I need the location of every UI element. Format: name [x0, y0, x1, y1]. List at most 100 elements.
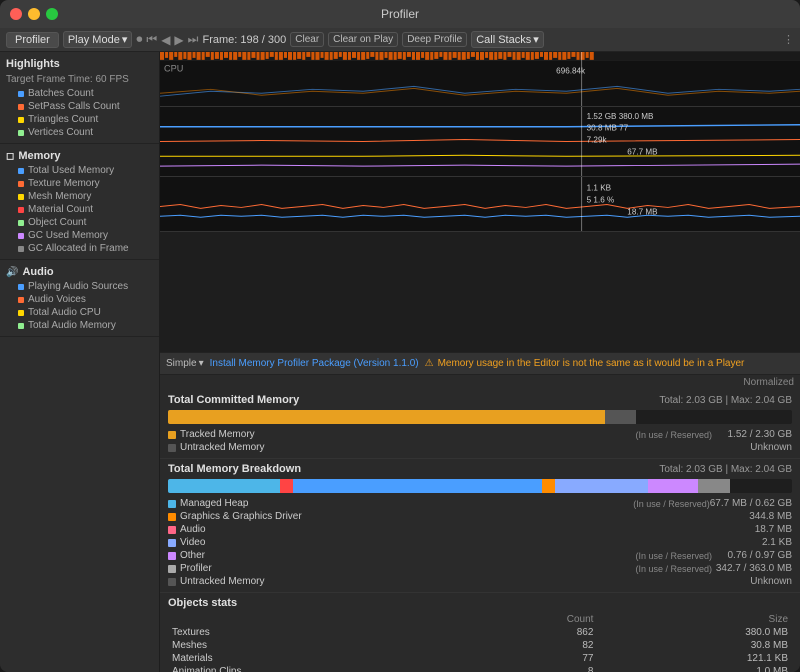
- objects-table: Count Size Textures 862 380.0 MB M: [168, 613, 792, 672]
- close-button[interactable]: [10, 8, 22, 20]
- committed-memory-section: Total Committed Memory Total: 2.03 GB | …: [160, 390, 800, 459]
- svg-text:1.1 KB: 1.1 KB: [587, 184, 611, 193]
- sidebar-item-audio-cpu[interactable]: Total Audio CPU: [0, 306, 159, 319]
- record-button[interactable]: ⏺: [136, 32, 142, 47]
- clear-button[interactable]: Clear: [290, 32, 324, 47]
- breakdown-row-other: Other (In use / Reserved) 0.76 / 0.97 GB: [168, 549, 792, 562]
- breakdown-row-profiler: Profiler (In use / Reserved) 342.7 / 363…: [168, 562, 792, 575]
- play-mode-dropdown[interactable]: Play Mode ▾: [63, 31, 133, 48]
- bottom-panel: Simple ▾ Install Memory Profiler Package…: [160, 352, 800, 672]
- sidebar-item-texture-memory[interactable]: Texture Memory: [0, 177, 159, 190]
- highlights-section: Highlights Target Frame Time: 60 FPS Bat…: [0, 52, 159, 144]
- breakdown-row-untracked: Untracked Memory Unknown: [168, 575, 792, 588]
- audio-title: Audio: [22, 266, 53, 278]
- traffic-lights: [10, 8, 58, 20]
- committed-title: Total Committed Memory: [168, 394, 299, 406]
- audio-header: 🔊 Audio: [0, 264, 159, 280]
- untracked-bar-segment: [605, 410, 636, 424]
- breakdown-row-managed: Managed Heap (In use / Reserved) 67.7 MB…: [168, 497, 792, 510]
- breakdown-row-graphics: Graphics & Graphics Driver 344.8 MB: [168, 510, 792, 523]
- simple-dropdown[interactable]: Simple ▾: [166, 358, 204, 369]
- breakdown-bar: [168, 479, 792, 493]
- sidebar-item-audio-sources[interactable]: Playing Audio Sources: [0, 280, 159, 293]
- svg-text:7.29k: 7.29k: [587, 136, 608, 145]
- maximize-button[interactable]: [46, 8, 58, 20]
- untracked-memory-row: Untracked Memory Unknown: [168, 441, 792, 454]
- memory-icon: ◻: [6, 151, 14, 162]
- profiler-window: Profiler Profiler Play Mode ▾ ⏺ ⏮ ◀ ▶ ⏭ …: [0, 0, 800, 672]
- table-row: Meshes 82 30.8 MB: [168, 639, 792, 652]
- svg-text:5 1.6 %: 5 1.6 %: [587, 196, 615, 205]
- audio-chart: 1.1 KB 5 1.6 % 18.7 MB: [160, 177, 800, 231]
- batches-count-color: [18, 91, 24, 97]
- svg-text:CPU: CPU: [164, 64, 183, 74]
- target-frame-text: Target Frame Time: 60 FPS: [0, 72, 159, 87]
- sidebar-item-object-count[interactable]: Object Count: [0, 216, 159, 229]
- sidebar-item-audio-memory[interactable]: Total Audio Memory: [0, 319, 159, 332]
- audio-left-section: 🔊 Audio Playing Audio Sources Audio Voic…: [0, 260, 159, 337]
- sidebar-item-setpass-count[interactable]: SetPass Calls Count: [0, 100, 159, 113]
- sidebar-item-triangles-count[interactable]: Triangles Count: [0, 113, 159, 126]
- prev-frame-button[interactable]: ⏮: [146, 32, 157, 47]
- breakdown-title: Total Memory Breakdown: [168, 463, 301, 475]
- next-step-button[interactable]: ▶: [174, 33, 183, 47]
- table-row: Materials 77 121.1 KB: [168, 652, 792, 665]
- svg-text:696.84k: 696.84k: [556, 67, 585, 76]
- tracked-memory-row: Tracked Memory (In use / Reserved) 1.52 …: [168, 428, 792, 441]
- sidebar-item-total-memory[interactable]: Total Used Memory: [0, 164, 159, 177]
- svg-text:67.7 MB: 67.7 MB: [627, 147, 657, 156]
- title-bar: Profiler: [0, 0, 800, 28]
- committed-bar: [168, 410, 792, 424]
- vertices-count-color: [18, 130, 24, 136]
- sidebar-item-vertices-count[interactable]: Vertices Count: [0, 126, 159, 139]
- right-panel: CPU 696.84k: [160, 52, 800, 672]
- table-row: Animation Clips 8 1.0 MB: [168, 665, 792, 672]
- objects-section: Objects stats Count Size Textures: [160, 593, 800, 672]
- col-name: [168, 613, 465, 626]
- cpu-chart: CPU 696.84k: [160, 52, 800, 106]
- committed-total: Total: 2.03 GB | Max: 2.04 GB: [659, 395, 792, 406]
- svg-text:30.8 MB 77: 30.8 MB 77: [587, 124, 629, 133]
- breakdown-row-video: Video 2.1 KB: [168, 536, 792, 549]
- audio-chart-section: 1.1 KB 5 1.6 % 18.7 MB: [160, 177, 800, 232]
- objects-title: Objects stats: [168, 597, 792, 609]
- main-area: Highlights Target Frame Time: 60 FPS Bat…: [0, 52, 800, 672]
- highlights-header: Highlights: [0, 56, 159, 72]
- sidebar-item-gc-allocated[interactable]: GC Allocated in Frame: [0, 242, 159, 255]
- triangles-count-color: [18, 117, 24, 123]
- next-frame-button[interactable]: ⏭: [188, 32, 199, 47]
- left-panel: Highlights Target Frame Time: 60 FPS Bat…: [0, 52, 160, 672]
- install-link[interactable]: Install Memory Profiler Package (Version…: [210, 358, 419, 369]
- sidebar-item-mesh-memory[interactable]: Mesh Memory: [0, 190, 159, 203]
- memory-title: Memory: [18, 150, 60, 162]
- warning-message: ⚠ Memory usage in the Editor is not the …: [425, 358, 745, 369]
- clear-on-play-button[interactable]: Clear on Play: [328, 32, 398, 47]
- breakdown-row-audio: Audio 18.7 MB: [168, 523, 792, 536]
- setpass-count-color: [18, 104, 24, 110]
- frame-counter: Frame: 198 / 300: [202, 34, 286, 46]
- svg-text:18.7 MB: 18.7 MB: [627, 207, 657, 216]
- normalized-label: Normalized: [160, 375, 800, 390]
- cpu-chart-section: CPU 696.84k: [160, 52, 800, 107]
- svg-text:1.52 GB 380.0 MB: 1.52 GB 380.0 MB: [587, 112, 654, 121]
- memory-chart-section: 1.52 GB 380.0 MB 30.8 MB 77 7.29k 67.7 M…: [160, 107, 800, 177]
- prev-step-button[interactable]: ◀: [161, 33, 170, 47]
- main-toolbar: Profiler Play Mode ▾ ⏺ ⏮ ◀ ▶ ⏭ Frame: 19…: [0, 28, 800, 52]
- deep-profile-button[interactable]: Deep Profile: [402, 32, 467, 47]
- minimize-button[interactable]: [28, 8, 40, 20]
- col-count: Count: [465, 613, 598, 626]
- profiler-tab[interactable]: Profiler: [6, 32, 59, 48]
- sidebar-item-gc-memory[interactable]: GC Used Memory: [0, 229, 159, 242]
- memory-chart: 1.52 GB 380.0 MB 30.8 MB 77 7.29k 67.7 M…: [160, 107, 800, 176]
- tracked-bar-segment: [168, 410, 605, 424]
- window-title: Profiler: [381, 7, 419, 21]
- call-stacks-dropdown[interactable]: Call Stacks ▾: [471, 31, 544, 48]
- simple-toolbar: Simple ▾ Install Memory Profiler Package…: [160, 353, 800, 375]
- sidebar-item-audio-voices[interactable]: Audio Voices: [0, 293, 159, 306]
- chart-area[interactable]: CPU 696.84k: [160, 52, 800, 352]
- memory-header: ◻ Memory: [0, 148, 159, 164]
- table-row: Textures 862 380.0 MB: [168, 626, 792, 639]
- sidebar-item-batches-count[interactable]: Batches Count: [0, 87, 159, 100]
- sidebar-item-material-count[interactable]: Material Count: [0, 203, 159, 216]
- more-options-icon[interactable]: ⋮: [783, 33, 794, 46]
